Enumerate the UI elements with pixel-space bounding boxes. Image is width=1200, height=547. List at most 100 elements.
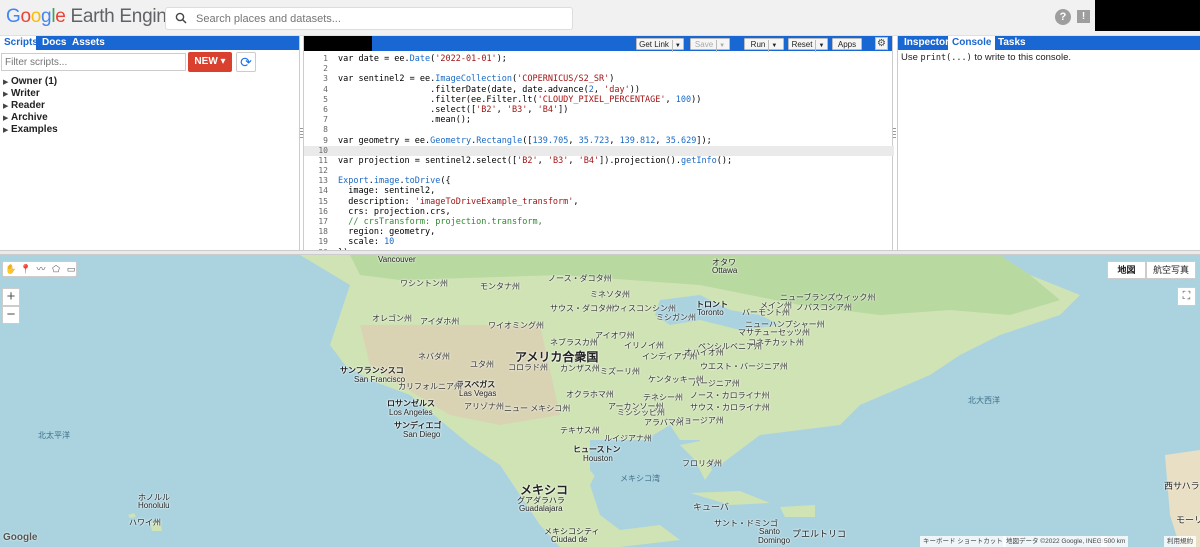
save-label: Save	[694, 40, 714, 49]
filter-row: NEW ▾ ⟳	[0, 50, 299, 76]
map-label-state: テキサス州	[560, 426, 600, 435]
filter-scripts-input[interactable]	[1, 53, 186, 71]
map-label-north-pacific: 北太平洋	[38, 431, 70, 440]
account-area[interactable]	[1095, 0, 1200, 31]
line-number: 18	[318, 227, 328, 237]
map-label-state: ノバスコシア州	[796, 303, 852, 312]
zoom-in-button[interactable]: +	[2, 288, 20, 306]
code-line: 19 scale: 10	[304, 237, 894, 247]
map-label-state: ミズーリ州	[600, 367, 640, 376]
line-number: 13	[318, 176, 328, 186]
tree-item-label: Reader	[11, 100, 45, 111]
right-splitter-handle[interactable]	[893, 128, 896, 140]
map-label-state: アリゾナ州	[464, 402, 504, 411]
script-title[interactable]	[304, 36, 372, 51]
map-label-state: ワイオミング州	[488, 321, 544, 330]
marker-icon[interactable]: 📍	[20, 264, 32, 275]
code-line: 16 crs: projection.crs,	[304, 207, 894, 217]
google-earth-engine-logo[interactable]: Google Earth Engine	[6, 6, 177, 28]
editor-toolbar: Get Link ▼ Save ▼ Run ▼ Reset ▼ Apps ⚙	[304, 36, 892, 52]
map-label-state: サウス・カロライナ州	[690, 403, 770, 412]
code-text: .filter(ee.Filter.lt('CLOUDY_PIXEL_PERCE…	[338, 94, 702, 105]
code-text: crs: projection.crs,	[338, 206, 451, 217]
code-text: // crsTransform: projection.transform,	[338, 217, 543, 227]
map-label-state: コロラド州	[508, 363, 548, 372]
map-label-state: バーモント州	[742, 308, 790, 317]
search-icon	[175, 12, 187, 24]
code-line: 8	[304, 125, 894, 135]
map-label-state: ウィスコンシン州	[612, 304, 676, 313]
map-label-state: イリノイ州	[624, 341, 664, 350]
map-label-state: ニューブランズウィック州	[780, 293, 876, 302]
line-number: 9	[323, 135, 328, 145]
tree-item-examples[interactable]: ▶ Examples	[3, 124, 299, 136]
scale-bar[interactable]: 500 km	[1101, 536, 1129, 547]
line-number: 2	[323, 64, 328, 74]
code-line: 3 var sentinel2 = ee.ImageCollection('COP…	[304, 74, 894, 84]
tree-item-writer[interactable]: ▶ Writer	[3, 88, 299, 100]
tab-inspector[interactable]: Inspector	[900, 36, 953, 50]
logo-letter: o	[20, 6, 31, 27]
terms-link[interactable]: 利用規約	[1164, 536, 1196, 547]
code-line: 4 .filterDate(date, date.advance(2, 'day…	[304, 85, 894, 95]
line-number: 19	[318, 237, 328, 247]
polygon-icon[interactable]: ⬠	[50, 264, 62, 275]
fullscreen-icon[interactable]: ⛶	[1177, 287, 1196, 306]
line-number: 17	[318, 217, 328, 226]
code-text: .mean();	[338, 115, 472, 126]
map-label-state: フロリダ州	[682, 459, 722, 468]
tree-item-label: Writer	[11, 88, 40, 99]
code-area[interactable]: 1 var date = ee.Date('2022-01-01'); 2 3 va…	[304, 51, 894, 258]
map-view[interactable]: ✋ 📍 〰 ⬠ ▭ 地図 航空写真 + − ⛶ アメリカ合衆国 メキシコ 北太平…	[0, 255, 1200, 547]
run-label: Run	[750, 40, 766, 49]
map-label-state: バージニア州	[692, 379, 740, 388]
map-type-satellite[interactable]: 航空写真	[1146, 261, 1196, 279]
map-label-city: Las Vegas	[459, 389, 497, 398]
map-label-state: ネブラスカ州	[550, 338, 598, 347]
map-label-state: ミネソタ州	[590, 290, 630, 299]
help-icon[interactable]: ?	[1055, 9, 1071, 25]
gear-icon[interactable]: ⚙	[875, 37, 888, 50]
tree-item-label: Owner (1)	[11, 76, 58, 87]
map-label-city: Honolulu	[138, 501, 170, 510]
drawing-tools: ✋ 📍 〰 ⬠ ▭	[2, 261, 77, 277]
save-button[interactable]: Save ▼	[690, 38, 730, 52]
map-label-state: アイダホ州	[420, 317, 460, 326]
line-icon[interactable]: 〰	[35, 264, 47, 275]
tab-console[interactable]: Console	[948, 36, 996, 50]
hand-icon[interactable]: ✋	[5, 264, 17, 275]
tab-scripts[interactable]: Scripts	[0, 36, 38, 50]
console-code: print(...)	[920, 53, 972, 63]
caret-right-icon: ▶	[3, 127, 9, 134]
search-box[interactable]	[165, 7, 573, 30]
map-label-city: Houston	[583, 454, 613, 463]
code-text: Export.image.toDrive({	[338, 176, 451, 187]
new-button[interactable]: NEW ▾	[188, 52, 232, 72]
apps-button[interactable]: Apps	[832, 38, 862, 50]
code-text: var date = ee.Date('2022-01-01');	[338, 54, 507, 64]
get-link-button[interactable]: Get Link ▼	[636, 38, 684, 52]
search-input[interactable]	[196, 11, 566, 27]
rectangle-icon[interactable]: ▭	[65, 264, 77, 275]
map-type-map[interactable]: 地図	[1107, 261, 1146, 279]
reset-button[interactable]: Reset ▼	[788, 38, 828, 52]
code-line: 2	[304, 64, 894, 74]
code-text: scale: 10	[338, 237, 395, 248]
right-panel-tabs: Inspector Console Tasks	[898, 36, 1200, 50]
tab-tasks[interactable]: Tasks	[994, 36, 1030, 50]
tree-item-owner[interactable]: ▶ Owner (1)	[3, 76, 299, 88]
tree-item-reader[interactable]: ▶ Reader	[3, 100, 299, 112]
tab-docs[interactable]: Docs	[38, 36, 70, 50]
tree-item-archive[interactable]: ▶ Archive	[3, 112, 299, 124]
tab-assets[interactable]: Assets	[68, 36, 109, 50]
run-button[interactable]: Run ▼	[744, 38, 784, 52]
refresh-icon[interactable]: ⟳	[236, 52, 256, 72]
code-editor-panel: Get Link ▼ Save ▼ Run ▼ Reset ▼ Apps ⚙ 1 var …	[303, 36, 894, 258]
keyboard-shortcuts-link[interactable]: キーボード ショートカット	[920, 536, 1006, 547]
feedback-icon[interactable]: !	[1077, 10, 1090, 23]
zoom-out-button[interactable]: −	[2, 306, 20, 324]
left-panel-tabs: Scripts Docs Assets	[0, 36, 299, 50]
code-line: 9 var geometry = ee.Geometry.Rectangle([1…	[304, 136, 894, 146]
tree-item-label: Examples	[11, 124, 58, 135]
map-label-city: Guadalajara	[519, 504, 563, 513]
